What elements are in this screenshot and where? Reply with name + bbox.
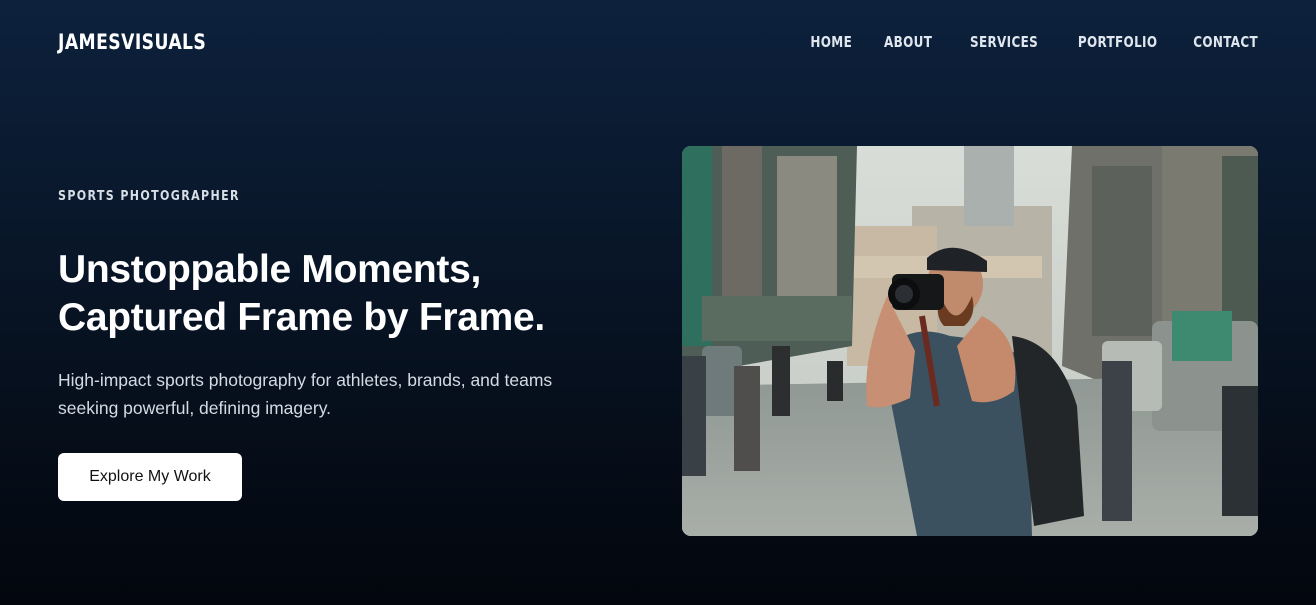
description-line-2: seeking powerful, defining imagery. bbox=[58, 398, 332, 418]
photographer-street-image bbox=[682, 146, 1258, 536]
hero-description: High-impact sports photography for athle… bbox=[58, 366, 618, 422]
hero-headline: Unstoppable Moments, Captured Frame by F… bbox=[58, 246, 638, 342]
main-nav: HOME ABOUT SERVICES PORTFOLIO CONTACT bbox=[780, 33, 1258, 51]
nav-item-home[interactable]: HOME bbox=[811, 33, 853, 51]
nav-item-contact[interactable]: CONTACT bbox=[1193, 33, 1258, 51]
hero-photo bbox=[682, 146, 1258, 536]
explore-work-button[interactable]: Explore My Work bbox=[58, 453, 242, 501]
headline-line-1: Unstoppable Moments, bbox=[58, 248, 482, 291]
nav-item-services[interactable]: SERVICES bbox=[970, 33, 1038, 51]
site-logo[interactable]: JAMESVISUALS bbox=[58, 30, 206, 54]
nav-item-portfolio[interactable]: PORTFOLIO bbox=[1077, 33, 1156, 51]
nav-item-about[interactable]: ABOUT bbox=[884, 33, 932, 51]
description-line-1: High-impact sports photography for athle… bbox=[58, 370, 553, 390]
headline-line-2: Captured Frame by Frame. bbox=[58, 296, 545, 339]
hero-kicker: SPORTS PHOTOGRAPHER bbox=[58, 189, 240, 204]
site-header: JAMESVISUALS HOME ABOUT SERVICES PORTFOL… bbox=[58, 28, 1258, 56]
